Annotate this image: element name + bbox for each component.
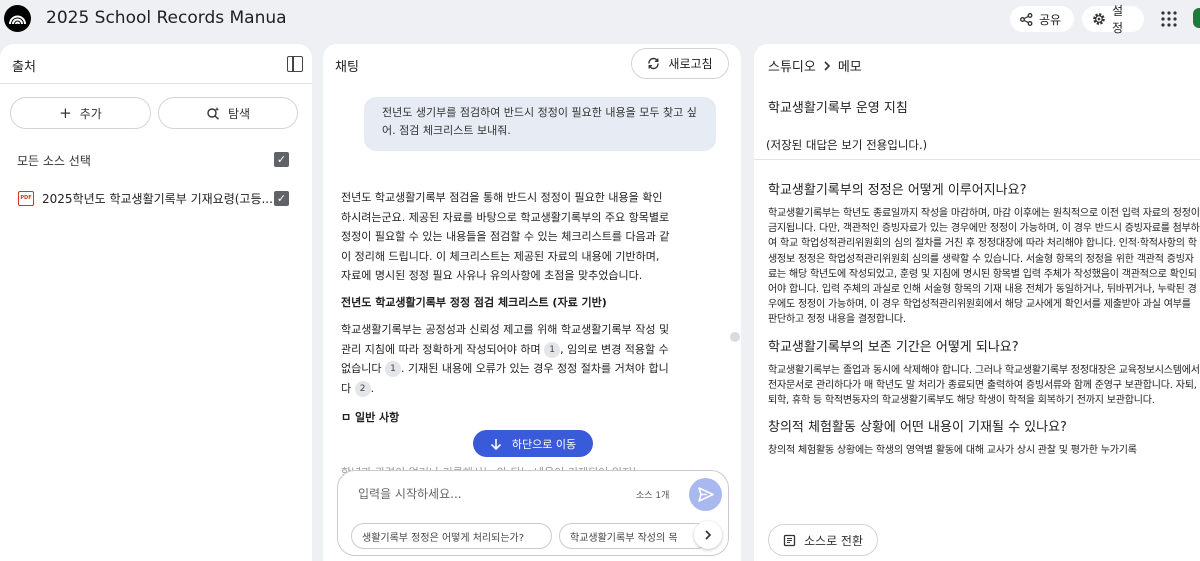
convert-label: 소스로 전환 <box>803 533 863 548</box>
user-avatar[interactable] <box>1193 8 1200 28</box>
citation-marker[interactable]: 2 <box>354 380 371 397</box>
refresh-button[interactable]: 새로고침 <box>631 48 729 79</box>
note-section-body: 학교생활기록부는 학년도 종료일까지 작성을 마감하며, 마감 이후에는 원칙적… <box>768 208 1200 326</box>
explore-sources-button[interactable]: 탐색 <box>158 97 298 129</box>
top-bar: 2025 School Records Manua 공유 설정 <box>0 0 1200 38</box>
readonly-notice: (저장된 대답은 보기 전용입니다.) <box>766 138 928 152</box>
refresh-icon <box>648 57 660 70</box>
select-all-checkbox[interactable]: ✓ <box>274 152 289 167</box>
panel-collapse-icon[interactable] <box>287 56 303 72</box>
assistant-response: 전년도 학교생활기록부 점검을 통해 반드시 정정이 필요한 내용을 확인하시려… <box>341 188 671 436</box>
source-item-label: 2025학년도 학교생활기록부 기재요령(고등... <box>42 192 273 206</box>
breadcrumb-studio[interactable]: 스튜디오 <box>768 56 816 75</box>
gear-icon <box>1093 13 1105 25</box>
divider <box>754 159 1200 160</box>
studio-header: 스튜디오 메모 <box>754 44 1200 84</box>
pdf-icon: PDF <box>18 191 34 206</box>
add-source-label: 추가 <box>79 106 102 121</box>
chat-input-box[interactable]: 입력을 시작하세요... 소스 1개 생활기록부 정정은 어떻게 처리되는가? … <box>337 470 729 556</box>
source-count: 소스 1개 <box>636 491 670 501</box>
explore-label: 탐색 <box>227 106 251 121</box>
checklist-heading: 전년도 학교생활기록부 정정 점검 체크리스트 (자료 기반) <box>341 295 607 309</box>
user-message: 전년도 생기부를 점검하여 반드시 정정이 필요한 내용을 모두 찾고 싶어. … <box>364 97 716 151</box>
note-section-heading: 학교생활기록부의 보존 기간은 어떻게 되나요? <box>768 339 1019 355</box>
note-section-heading: 창의적 체험활동 상황에 어떤 내용이 기재될 수 있나요? <box>768 420 1067 436</box>
sources-header: 출처 <box>0 44 312 84</box>
send-icon <box>698 487 714 502</box>
suggestion-chip[interactable]: 학교생활기록부 작성의 목 <box>559 523 709 549</box>
note-title: 학교생활기록부 운영 지침 <box>768 101 908 116</box>
general-heading: ㅁ 일반 사항 <box>341 411 400 424</box>
note-section-body: 창의적 체험활동 상황에는 학생의 영역별 활동에 대해 교사가 상시 관찰 및… <box>768 445 1137 457</box>
share-button[interactable]: 공유 <box>1010 6 1074 32</box>
add-source-button[interactable]: + 추가 <box>10 97 151 129</box>
sources-panel: 출처 + 추가 탐색 모든 소스 선택 ✓ PDF 2025학년도 학교생활기록… <box>0 44 312 561</box>
response-paragraph: 학교생활기록부는 공정성과 신뢰성 제고를 위해 학교생활기록부 작성 및 관리… <box>341 323 670 397</box>
source-checkbox[interactable]: ✓ <box>274 191 289 206</box>
explore-search-icon <box>207 107 220 120</box>
plus-icon: + <box>59 103 72 122</box>
app-logo-icon[interactable] <box>4 5 31 32</box>
breadcrumb: 스튜디오 메모 <box>768 56 862 75</box>
suggestion-chip[interactable]: 생활기록부 정정은 어떻게 처리되는가? <box>351 523 552 549</box>
chat-panel: 채팅 새로고침 전년도 생기부를 점검하여 반드시 정정이 필요한 내용을 모두… <box>323 44 741 561</box>
sources-title: 출처 <box>12 60 36 75</box>
send-button[interactable] <box>689 478 722 511</box>
source-item[interactable]: PDF 2025학년도 학교생활기록부 기재요령(고등... <box>18 190 273 207</box>
citation-marker[interactable]: 1 <box>384 361 401 377</box>
chevron-right-icon <box>824 60 830 71</box>
notebook-title[interactable]: 2025 School Records Manua <box>46 8 287 28</box>
scrollbar-thumb[interactable] <box>730 332 740 342</box>
scroll-to-bottom-button[interactable]: 하단으로 이동 <box>473 430 593 457</box>
note-section-heading: 학교생활기록부의 정정은 어떻게 이루어지나요? <box>768 183 1027 198</box>
settings-button[interactable]: 설정 <box>1082 4 1144 35</box>
convert-to-source-button[interactable]: 소스로 전환 <box>768 524 878 556</box>
chevron-right-icon[interactable] <box>694 521 722 549</box>
chat-title: 채팅 <box>335 60 359 75</box>
scroll-to-bottom-label: 하단으로 이동 <box>511 437 577 451</box>
response-intro: 전년도 학교생활기록부 점검을 통해 반드시 정정이 필요한 내용을 확인하시려… <box>341 191 670 282</box>
arrow-down-icon <box>490 438 501 450</box>
share-icon <box>1020 12 1033 26</box>
settings-label: 설정 <box>1111 4 1124 35</box>
studio-footer: 소스로 전환 <box>754 512 1200 561</box>
studio-panel: 스튜디오 메모 학교생활기록부 운영 지침 (저장된 대답은 보기 전용입니다.… <box>754 44 1200 561</box>
note-content: 학교생활기록부의 정정은 어떻게 이루어지나요? 학교생활기록부는 학년도 종료… <box>768 179 1200 466</box>
chat-input[interactable]: 입력을 시작하세요... <box>358 485 462 502</box>
select-all-label: 모든 소스 선택 <box>17 154 91 168</box>
share-label: 공유 <box>1039 12 1062 27</box>
document-icon <box>783 534 796 546</box>
note-section-body: 학교생활기록부는 졸업과 동시에 삭제해야 합니다. 그러나 학교생활기록부 정… <box>768 364 1200 407</box>
chat-header: 채팅 새로고침 <box>323 44 741 84</box>
refresh-label: 새로고침 <box>668 57 713 71</box>
apps-grid-icon[interactable] <box>1160 10 1178 28</box>
citation-marker[interactable]: 1 <box>544 341 561 358</box>
breadcrumb-memo: 메모 <box>837 60 862 75</box>
